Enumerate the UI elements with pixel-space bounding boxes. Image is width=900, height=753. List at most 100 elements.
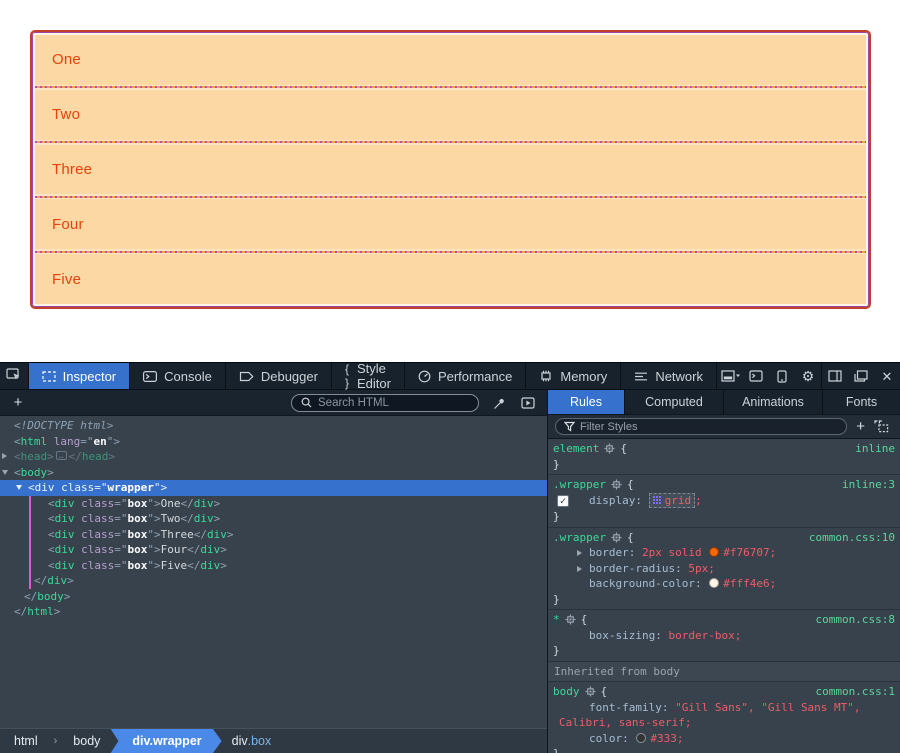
filter-styles-input[interactable]: Filter Styles [555, 418, 847, 435]
tab-inspector[interactable]: Inspector [29, 363, 130, 389]
popout-window-icon[interactable] [848, 363, 874, 390]
expand-shorthand-icon[interactable] [577, 566, 582, 572]
tree-node[interactable]: <html lang="en"> [0, 434, 547, 450]
expand-shorthand-icon[interactable] [577, 550, 582, 556]
css-declaration[interactable]: border-radius: 5px; [553, 561, 895, 577]
close-icon[interactable]: ✕ [874, 363, 900, 390]
sidebar-toggle-icon[interactable] [822, 363, 848, 390]
pseudo-class-panel-icon[interactable] [874, 420, 889, 433]
tab-label: Inspector [63, 369, 116, 384]
rule-selector[interactable]: .wrapper [553, 530, 606, 546]
sidebar-tab-animations[interactable]: Animations [724, 390, 823, 414]
breadcrumb-item-div-wrapper[interactable]: div.wrapper [110, 729, 221, 753]
rule-source-link[interactable]: inline:3 [842, 477, 895, 493]
tree-node-selected[interactable]: <div class="wrapper"> [0, 480, 547, 496]
grid-highlighter-token[interactable]: grid [649, 493, 696, 508]
sidebar-tab-rules[interactable]: Rules [548, 390, 625, 414]
tree-node[interactable]: <!DOCTYPE html> [0, 418, 547, 434]
token-tag: body [21, 466, 48, 479]
rule-selector[interactable]: body [553, 684, 580, 700]
tab-memory[interactable]: Memory [526, 363, 621, 389]
color-swatch[interactable] [709, 547, 719, 557]
color-swatch[interactable] [709, 578, 719, 588]
token-br: > [108, 450, 115, 463]
rule-source-link[interactable]: common.css:1 [816, 684, 895, 700]
selector-highlighter-icon[interactable] [611, 532, 622, 543]
rule-selector[interactable]: .wrapper [553, 477, 606, 493]
twisty-right-icon[interactable] [2, 453, 7, 459]
tree-node[interactable]: </div> [0, 573, 547, 589]
tree-node[interactable]: </html> [0, 604, 547, 620]
dock-side-icon[interactable] [717, 363, 743, 390]
add-rule-button[interactable]: + [856, 418, 865, 435]
tree-node[interactable]: </body> [0, 589, 547, 605]
tab-console[interactable]: Console [130, 363, 226, 389]
selector-highlighter-icon[interactable] [585, 686, 596, 697]
css-declaration[interactable]: border: 2px solid #f76707; [553, 545, 895, 561]
property-value: 2px solid [642, 546, 708, 559]
responsive-mode-icon[interactable] [769, 363, 795, 390]
rule-source-link[interactable]: common.css:8 [816, 612, 895, 628]
css-declaration[interactable]: ✓display: grid; [553, 493, 895, 510]
pick-element-button[interactable] [0, 363, 29, 389]
selector-highlighter-icon[interactable] [611, 479, 622, 490]
css-declaration[interactable]: font-family: "Gill Sans", "Gill Sans MT"… [553, 700, 895, 731]
open-brace: { [627, 530, 634, 546]
tab-performance[interactable]: Performance [405, 363, 526, 389]
breadcrumb-item-html[interactable]: html [0, 729, 52, 753]
breadcrumb-item-div-box[interactable]: div.box [218, 729, 286, 753]
token-attr: class [75, 497, 115, 510]
sidebar-tab-computed[interactable]: Computed [625, 390, 724, 414]
sidebar-tab-fonts[interactable]: Fonts [823, 390, 900, 414]
color-swatch[interactable] [636, 733, 646, 743]
token-br: =" [94, 481, 107, 494]
tab-style-editor[interactable]: { }Style Editor [332, 363, 405, 389]
style-editor-icon: { } [345, 362, 350, 390]
tree-node[interactable]: <div class="box">Three</div> [0, 527, 547, 543]
token-tag: div [55, 512, 75, 525]
token-attr: class [75, 559, 115, 572]
filter-placeholder: Filter Styles [580, 421, 637, 433]
breadcrumb-item-body[interactable]: body [59, 729, 114, 753]
selector-highlighter-icon[interactable] [604, 443, 615, 454]
tree-node-text: <div class="box">Four</div> [0, 542, 227, 558]
rule-source-link[interactable]: common.css:10 [809, 530, 895, 546]
tab-debugger[interactable]: Debugger [226, 363, 332, 389]
tab-label: Debugger [261, 369, 318, 384]
rule-selector[interactable]: * [553, 612, 560, 628]
tree-node[interactable]: <div class="box">One</div> [0, 496, 547, 512]
css-rule: *{common.css:8box-sizing: border-box;} [548, 610, 900, 662]
add-node-button[interactable]: + [10, 394, 26, 411]
rule-source-link[interactable]: inline [855, 441, 895, 457]
selector-highlighter-icon[interactable] [565, 614, 576, 625]
token-tag: body [37, 590, 64, 603]
markup-toolbar: + Search HTML [0, 390, 547, 416]
grid-icon[interactable] [653, 494, 662, 510]
twisty-down-icon[interactable] [2, 470, 8, 475]
twisty-down-icon[interactable] [16, 485, 22, 490]
settings-gear-icon[interactable]: ⚙ [795, 363, 821, 390]
tree-node[interactable]: <div class="box">Five</div> [0, 558, 547, 574]
token-tag: div [55, 497, 75, 510]
property-name: display [589, 494, 635, 507]
tab-network[interactable]: Network [621, 363, 717, 389]
token-br: < [48, 543, 55, 556]
rule-selector[interactable]: element [553, 441, 599, 457]
css-rule: body{common.css:1font-family: "Gill Sans… [548, 682, 900, 753]
tree-node-text: <div class="box">Two</div> [0, 511, 220, 527]
token-tag: div [200, 543, 220, 556]
tree-node[interactable]: <div class="box">Four</div> [0, 542, 547, 558]
css-declaration[interactable]: background-color: #fff4e6; [553, 576, 895, 592]
tree-node[interactable]: <div class="box">Two</div> [0, 511, 547, 527]
css-declaration[interactable]: box-sizing: border-box; [553, 628, 895, 644]
tree-node[interactable]: <body> [0, 465, 547, 481]
eyedropper-icon[interactable] [493, 396, 507, 410]
declaration-checkbox[interactable]: ✓ [557, 495, 569, 507]
css-declaration[interactable]: color: #333; [553, 731, 895, 747]
search-placeholder: Search HTML [318, 397, 389, 409]
tree-node[interactable]: <head>…</head> [0, 449, 547, 465]
play-panel-icon[interactable] [521, 397, 535, 409]
search-html-input[interactable]: Search HTML [291, 394, 479, 412]
token-br: < [48, 559, 55, 572]
split-console-icon[interactable] [743, 363, 769, 390]
